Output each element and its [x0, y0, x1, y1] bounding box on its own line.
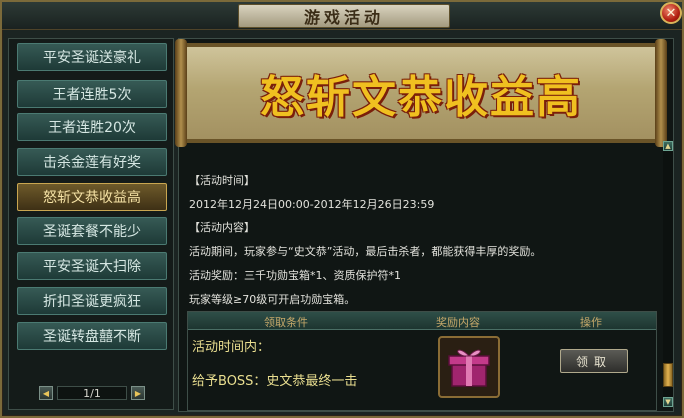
scroll-thumb[interactable]	[663, 363, 673, 387]
sidebar-item-christmas-gift[interactable]: 平安圣诞送豪礼	[17, 43, 167, 71]
window-title: 游戏活动	[303, 8, 384, 27]
activity-banner: 怒斩文恭收益高	[175, 39, 667, 147]
activity-detail-panel: 怒斩文恭收益高 ▲ ▼ 【活动时间】 2012年12月24日00:00-2012…	[175, 38, 674, 412]
sidebar: 平安圣诞送豪礼 王者连胜5次 王者连胜20次 击杀金莲有好奖 怒斩文恭收益高 圣…	[8, 38, 174, 410]
sidebar-item-christmas-meal[interactable]: 圣诞套餐不能少	[17, 217, 167, 245]
scroll-down-button[interactable]: ▼	[663, 397, 673, 407]
gift-box-icon[interactable]	[438, 336, 500, 398]
sidebar-item-win-streak-5[interactable]: 王者连胜5次	[17, 80, 167, 108]
content-rewards: 活动奖励：三千功勋宝箱*1、资质保护符*1	[189, 269, 401, 282]
condition-line-2: 给予BOSS：史文恭最终一击	[192, 374, 358, 389]
scroll-up-button[interactable]: ▲	[663, 141, 673, 151]
activity-window: 游戏活动 ✕ 平安圣诞送豪礼 王者连胜5次 王者连胜20次 击杀金莲有好奖 怒斩…	[0, 0, 684, 418]
content-heading: 【活动内容】	[189, 221, 255, 234]
pager: ◀ 1/1 ▶	[39, 385, 145, 401]
reward-table: 领取条件 奖励内容 操作 活动时间内： 给予BOSS：史文恭最终一击 领取	[187, 311, 657, 411]
sidebar-item-kill-wengong[interactable]: 怒斩文恭收益高	[17, 183, 167, 211]
content-level-requirement: 玩家等级≥70级可开启功勋宝箱。	[189, 293, 356, 306]
time-heading: 【活动时间】	[189, 174, 255, 187]
prev-page-button[interactable]: ◀	[39, 386, 53, 400]
header-action: 操作	[580, 316, 602, 329]
close-button[interactable]: ✕	[660, 2, 682, 24]
header-condition: 领取条件	[264, 316, 308, 329]
title-plate: 游戏活动	[238, 4, 450, 28]
content-description: 活动期间，玩家参与“史文恭”活动，最后击杀者，都能获得丰厚的奖励。	[189, 245, 542, 258]
time-value: 2012年12月24日00:00-2012年12月26日23:59	[189, 198, 435, 211]
sidebar-item-christmas-wheel[interactable]: 圣诞转盘囍不断	[17, 322, 167, 350]
header-reward: 奖励内容	[436, 316, 480, 329]
sidebar-item-christmas-cleanup[interactable]: 平安圣诞大扫除	[17, 252, 167, 280]
next-page-button[interactable]: ▶	[131, 386, 145, 400]
reward-table-header: 领取条件 奖励内容 操作	[188, 312, 656, 330]
claim-button[interactable]: 领取	[560, 349, 628, 373]
scroll-track[interactable]	[663, 151, 673, 397]
sidebar-item-kill-jinlian[interactable]: 击杀金莲有好奖	[17, 148, 167, 176]
condition-line-1: 活动时间内：	[192, 340, 271, 355]
title-bar: 游戏活动 ✕	[2, 2, 682, 30]
banner-title: 怒斩文恭收益高	[260, 72, 582, 123]
sidebar-item-christmas-discount[interactable]: 折扣圣诞更疯狂	[17, 287, 167, 315]
page-indicator: 1/1	[57, 386, 127, 400]
sidebar-item-win-streak-20[interactable]: 王者连胜20次	[17, 113, 167, 141]
